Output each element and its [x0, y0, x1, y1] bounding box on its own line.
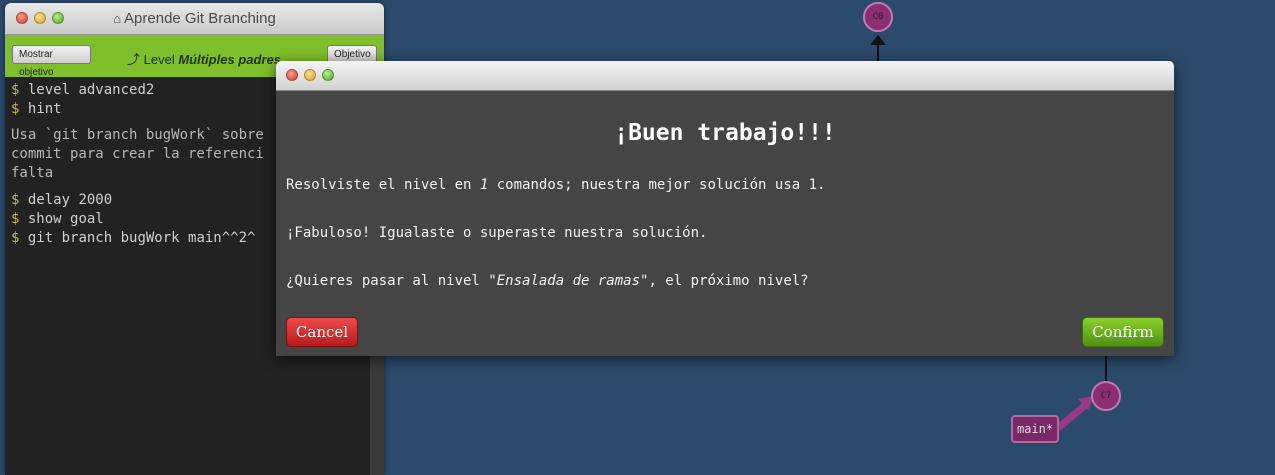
praise-message: ¡Fabuloso! Igualaste o superaste nuestra… [286, 225, 708, 241]
level-label: ⤴ Level Múltiples padres [127, 49, 281, 68]
commit-node-c7[interactable]: C7 [1091, 381, 1121, 411]
next-level-name: "Ensalada de ramas" [488, 273, 649, 289]
window-title: ⌂ Aprende Git Branching [5, 10, 384, 27]
commit-node-c0[interactable]: C0 [863, 2, 893, 32]
edge-arrowhead [870, 35, 886, 45]
branch-label-main[interactable]: main* [1011, 415, 1059, 443]
maximize-icon[interactable] [322, 69, 334, 81]
dialog-window-controls [286, 69, 334, 81]
show-goal-button[interactable]: Mostrar objetivo [12, 45, 91, 78]
level-name: Múltiples padres [178, 52, 281, 67]
next-level-question: ¿Quieres pasar al nivel "Ensalada de ram… [286, 273, 809, 289]
home-icon: ⌂ [113, 11, 122, 26]
minimize-icon[interactable] [304, 69, 316, 81]
level-complete-dialog: ¡Buen trabajo!!! Resolviste el nivel en … [276, 61, 1174, 356]
window-title-text: Aprende Git Branching [124, 10, 276, 27]
level-prefix: Level [143, 52, 175, 67]
lightning-icon: ⤴ [127, 52, 141, 67]
close-icon[interactable] [286, 69, 298, 81]
dialog-titlebar [276, 61, 1174, 91]
dialog-heading: ¡Buen trabajo!!! [614, 120, 836, 146]
cancel-button[interactable]: Cancel [286, 317, 358, 347]
terminal-titlebar: ⌂ Aprende Git Branching [5, 3, 384, 35]
result-message: Resolviste el nivel en 1 comandos; nuest… [286, 177, 826, 193]
confirm-button[interactable]: Confirm [1082, 317, 1164, 347]
branch-pointer-line [1055, 400, 1091, 431]
